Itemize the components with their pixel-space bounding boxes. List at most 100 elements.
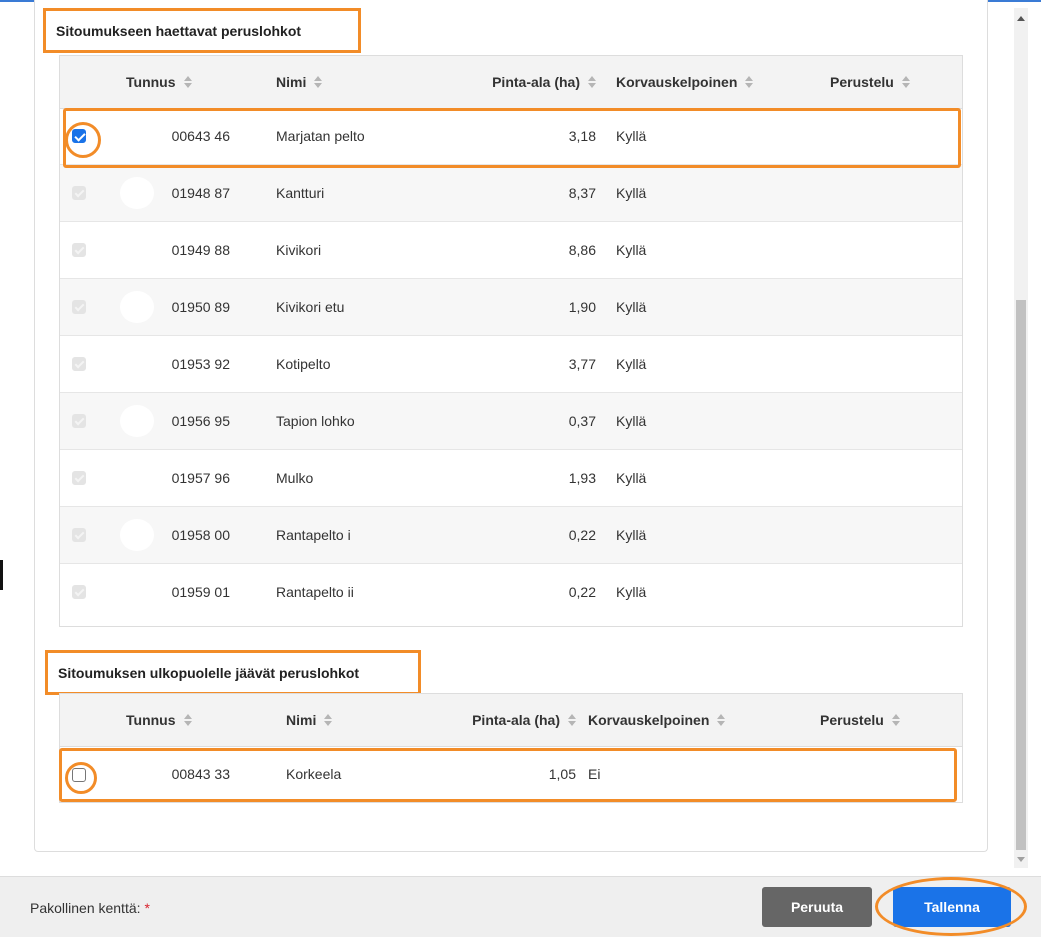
section1-title-text: Sitoumukseen haettavat peruslohkot [56, 22, 302, 39]
cell-pinta-ala: 3,77 [568, 356, 596, 372]
column-header-perustelu[interactable]: Perustelu [830, 56, 910, 108]
table-row[interactable]: 01959 01 Rantapelto ii 0,22 Kyllä [60, 564, 962, 621]
cell-pinta-ala: 1,90 [568, 299, 596, 315]
cell-korvauskelpoinen: Kyllä [616, 242, 647, 258]
cell-korvauskelpoinen: Kyllä [616, 413, 647, 429]
cell-nimi: Marjatan pelto [276, 128, 365, 144]
cell-tunnus: 01949 88 [171, 242, 230, 258]
save-button[interactable]: Tallenna [893, 887, 1011, 927]
section1-title: Sitoumukseen haettavat peruslohkot [43, 8, 361, 53]
sort-icon [901, 76, 910, 88]
section2-title: Sitoumuksen ulkopuolelle jäävät perusloh… [45, 650, 421, 695]
cell-pinta-ala: 0,37 [568, 413, 596, 429]
table-row[interactable]: 01948 87 Kantturi 8,37 Kyllä [60, 165, 962, 222]
cancel-button[interactable]: Peruuta [762, 887, 872, 927]
cell-korvauskelpoinen: Kyllä [616, 356, 647, 372]
cell-korvauskelpoinen: Ei [588, 766, 601, 782]
cell-nimi: Kotipelto [276, 356, 331, 372]
table-row[interactable]: 01958 00 Rantapelto i 0,22 Kyllä [60, 507, 962, 564]
cell-nimi: Tapion lohko [276, 413, 355, 429]
cell-korvauskelpoinen: Kyllä [616, 584, 647, 600]
cell-pinta-ala: 3,18 [568, 128, 596, 144]
column-header-tunnus[interactable]: Tunnus [126, 694, 192, 746]
required-marker: * [144, 899, 150, 916]
sort-icon [891, 714, 900, 726]
sort-icon [588, 76, 596, 88]
cell-korvauskelpoinen: Kyllä [616, 470, 647, 486]
section2-table: Tunnus Nimi Pinta-ala (ha) Korvauskelpoi… [59, 693, 963, 803]
cell-nimi: Kivikori [276, 242, 322, 258]
column-header-korvauskelpoinen[interactable]: Korvauskelpoinen [588, 694, 726, 746]
row-checkbox-disabled [72, 243, 86, 257]
vertical-scrollbar[interactable] [1014, 8, 1028, 868]
cell-tunnus: 01948 87 [171, 185, 230, 201]
table-row[interactable]: 01950 89 Kivikori etu 1,90 Kyllä [60, 279, 962, 336]
row-checkbox-disabled [72, 414, 86, 428]
cell-tunnus: 00643 46 [171, 128, 230, 144]
sort-icon [314, 76, 323, 88]
cell-korvauskelpoinen: Kyllä [616, 128, 647, 144]
cell-tunnus: 00843 33 [171, 766, 230, 782]
cell-tunnus: 01950 89 [171, 299, 230, 315]
column-header-pinta-ala[interactable]: Pinta-ala (ha) [440, 56, 596, 108]
redaction-blob [120, 177, 154, 209]
row-checkbox-disabled [72, 186, 86, 200]
cell-pinta-ala: 1,93 [568, 470, 596, 486]
cell-tunnus: 01956 95 [171, 413, 230, 429]
scrollbar-thumb[interactable] [1016, 300, 1026, 850]
cell-nimi: Rantapelto ii [276, 584, 354, 600]
sort-icon [717, 714, 726, 726]
cell-korvauskelpoinen: Kyllä [616, 185, 647, 201]
cell-tunnus: 01959 01 [171, 584, 230, 600]
row-checkbox-disabled [72, 585, 86, 599]
form-footer: Pakollinen kenttä: * Peruuta Tallenna [0, 876, 1041, 937]
column-header-pinta-ala[interactable]: Pinta-ala (ha) [416, 694, 576, 746]
row-checkbox-disabled [72, 471, 86, 485]
redaction-blob [120, 405, 154, 437]
section2-title-text: Sitoumuksen ulkopuolelle jäävät perusloh… [58, 664, 360, 681]
column-header-nimi[interactable]: Nimi [276, 56, 323, 108]
cell-tunnus: 01953 92 [171, 356, 230, 372]
cell-nimi: Kivikori etu [276, 299, 345, 315]
cell-pinta-ala: 1,05 [548, 766, 576, 782]
table-row[interactable]: 01956 95 Tapion lohko 0,37 Kyllä [60, 393, 962, 450]
column-header-perustelu[interactable]: Perustelu [820, 694, 900, 746]
redaction-blob [120, 519, 154, 551]
form-panel: Sitoumukseen haettavat peruslohkot Tunnu… [34, 0, 988, 852]
cell-nimi: Korkeela [286, 766, 342, 782]
sort-icon [183, 76, 192, 88]
row-checkbox[interactable] [72, 768, 86, 782]
cell-nimi: Kantturi [276, 185, 325, 201]
form-scroll-area: Sitoumukseen haettavat peruslohkot Tunnu… [0, 0, 1041, 876]
sort-icon [324, 714, 333, 726]
cell-tunnus: 01958 00 [171, 527, 230, 543]
cell-pinta-ala: 8,86 [568, 242, 596, 258]
row-checkbox-disabled [72, 357, 86, 371]
section1-table: Tunnus Nimi Pinta-ala (ha) Korvauskelpoi… [59, 55, 963, 627]
cell-nimi: Rantapelto i [276, 527, 351, 543]
cell-korvauskelpoinen: Kyllä [616, 527, 647, 543]
arrow-up-icon[interactable] [1017, 16, 1025, 21]
table-row[interactable]: 01953 92 Kotipelto 3,77 Kyllä [60, 336, 962, 393]
table-row[interactable]: 01957 96 Mulko 1,93 Kyllä [60, 450, 962, 507]
cell-pinta-ala: 0,22 [568, 527, 596, 543]
row-checkbox-disabled [72, 300, 86, 314]
cell-nimi: Mulko [276, 470, 314, 486]
table-row[interactable]: 00843 33 Korkeela 1,05 Ei [60, 746, 962, 803]
column-header-tunnus[interactable]: Tunnus [126, 56, 192, 108]
cell-pinta-ala: 8,37 [568, 185, 596, 201]
row-checkbox[interactable] [72, 129, 86, 143]
column-header-korvauskelpoinen[interactable]: Korvauskelpoinen [616, 56, 754, 108]
column-header-nimi[interactable]: Nimi [286, 694, 333, 746]
table-row[interactable]: 01949 88 Kivikori 8,86 Kyllä [60, 222, 962, 279]
table-row[interactable]: 00643 46 Marjatan pelto 3,18 Kyllä [60, 108, 962, 165]
section1-table-header: Tunnus Nimi Pinta-ala (ha) Korvauskelpoi… [60, 56, 962, 109]
cell-tunnus: 01957 96 [171, 470, 230, 486]
cell-korvauskelpoinen: Kyllä [616, 299, 647, 315]
sort-icon [745, 76, 754, 88]
section2-table-header: Tunnus Nimi Pinta-ala (ha) Korvauskelpoi… [60, 694, 962, 747]
sort-icon [568, 714, 576, 726]
cell-pinta-ala: 0,22 [568, 584, 596, 600]
arrow-down-icon[interactable] [1017, 857, 1025, 862]
redaction-blob [120, 291, 154, 323]
